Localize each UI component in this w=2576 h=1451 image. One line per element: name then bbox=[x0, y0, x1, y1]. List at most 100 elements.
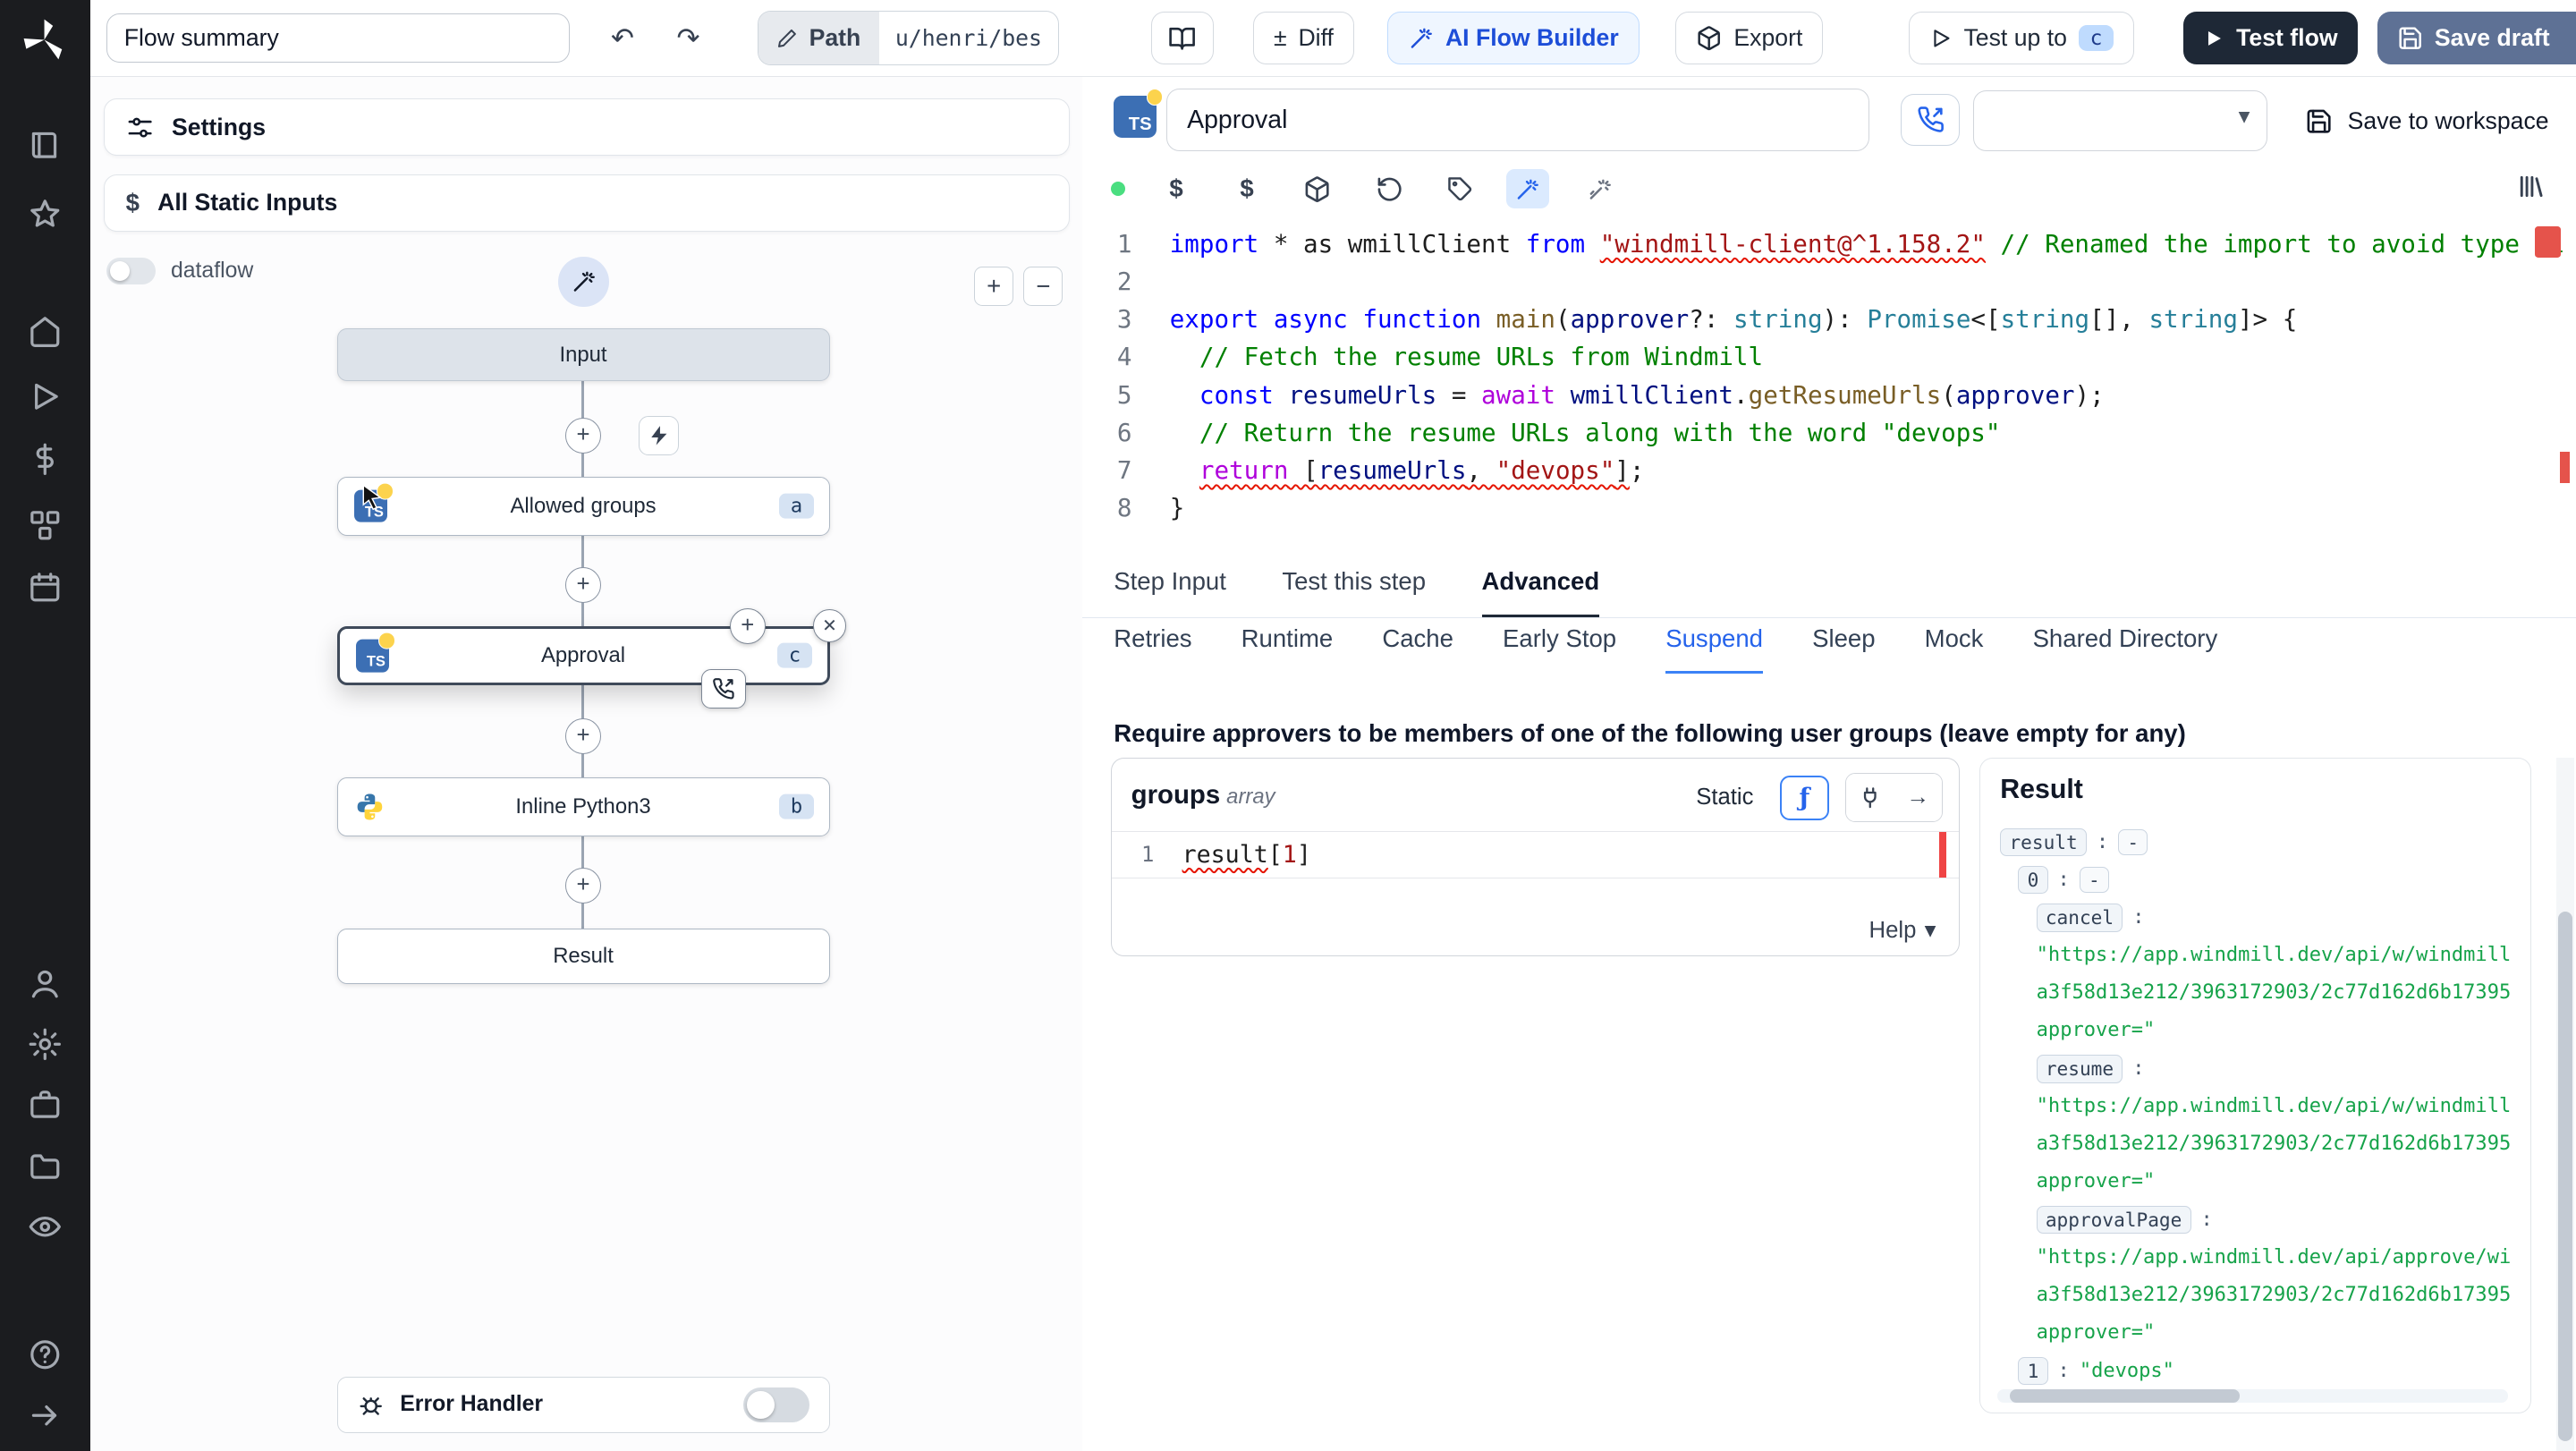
insert-step-button[interactable]: + bbox=[564, 867, 602, 904]
resource-picker-icon[interactable]: $ bbox=[1225, 169, 1268, 208]
line-number: 1 bbox=[1140, 842, 1155, 868]
path-editor[interactable]: Path u/henri/bes bbox=[757, 11, 1060, 66]
subtab-suspend[interactable]: Suspend bbox=[1665, 624, 1763, 675]
redo-button[interactable]: ↷ bbox=[662, 15, 715, 61]
subtab-runtime[interactable]: Runtime bbox=[1241, 624, 1334, 674]
node-inline-python3[interactable]: Inline Python3 b bbox=[336, 776, 830, 836]
wand-sparkles-icon[interactable] bbox=[1579, 169, 1622, 208]
insert-step-button[interactable]: + bbox=[564, 566, 602, 604]
test-up-to-button[interactable]: Test up to c bbox=[1908, 12, 2135, 65]
apply-arrow-button[interactable]: → bbox=[1894, 774, 1942, 822]
code-editor[interactable]: 1 import * as wmillClient from "windmill-… bbox=[1082, 218, 2576, 569]
emoji-badge bbox=[1146, 89, 1164, 106]
chevron-down-icon: ▾ bbox=[1924, 918, 1936, 944]
expand-sidebar-icon[interactable] bbox=[28, 1398, 63, 1433]
tab-step-input[interactable]: Step Input bbox=[1114, 567, 1226, 617]
result-key[interactable]: 1 bbox=[2018, 1356, 2048, 1386]
move-step-button[interactable]: + bbox=[729, 607, 766, 644]
line-number: 5 bbox=[1116, 380, 1132, 410]
undo-button[interactable]: ↶ bbox=[597, 15, 649, 61]
subtab-cache[interactable]: Cache bbox=[1382, 624, 1453, 674]
package-icon[interactable] bbox=[1296, 169, 1339, 208]
variables-icon[interactable] bbox=[28, 442, 63, 477]
node-allowed-groups[interactable]: TS Allowed groups a bbox=[336, 476, 830, 536]
result-key[interactable]: result bbox=[2000, 827, 2087, 857]
trigger-step-button[interactable] bbox=[639, 415, 679, 455]
windmill-logo[interactable] bbox=[20, 15, 69, 64]
resources-icon[interactable] bbox=[28, 508, 63, 543]
collapse-toggle[interactable]: - bbox=[2118, 828, 2148, 856]
dataflow-toggle[interactable] bbox=[106, 258, 157, 284]
bug-icon bbox=[359, 1396, 382, 1415]
tag-icon[interactable] bbox=[1439, 169, 1482, 208]
subtab-early-stop[interactable]: Early Stop bbox=[1503, 624, 1616, 674]
help-icon[interactable] bbox=[28, 1337, 63, 1372]
subtab-mock[interactable]: Mock bbox=[1925, 624, 1984, 674]
code-text: import * as wmillClient from "windmill-c… bbox=[1169, 229, 2564, 259]
variable-picker-icon[interactable]: $ bbox=[1155, 169, 1198, 208]
static-mode-button[interactable]: Static bbox=[1686, 784, 1763, 813]
audit-logs-icon[interactable] bbox=[28, 1209, 63, 1244]
plug-button[interactable] bbox=[1846, 774, 1894, 822]
code-line: 7 return [resumeUrls, "devops"]; bbox=[1082, 452, 2576, 489]
tab-test-this-step[interactable]: Test this step bbox=[1282, 567, 1426, 617]
tab-advanced[interactable]: Advanced bbox=[1481, 567, 1600, 617]
step-id-badge: b bbox=[779, 793, 815, 820]
insert-step-button[interactable]: + bbox=[564, 417, 602, 454]
subtab-retries[interactable]: Retries bbox=[1114, 624, 1191, 674]
emoji-badge bbox=[377, 482, 394, 500]
expression-mode-button[interactable]: ƒ bbox=[1779, 776, 1829, 820]
folders-icon[interactable] bbox=[28, 1149, 63, 1184]
suspend-indicator-button[interactable] bbox=[701, 668, 746, 709]
flow-summary-input[interactable] bbox=[106, 13, 571, 64]
ai-flow-builder-button[interactable]: AI Flow Builder bbox=[1386, 12, 1640, 65]
schedules-icon[interactable] bbox=[28, 570, 63, 605]
node-result[interactable]: Result bbox=[336, 928, 830, 985]
line-number: 1 bbox=[1116, 229, 1132, 259]
settings-gear-icon[interactable] bbox=[28, 1027, 63, 1062]
home-icon[interactable] bbox=[28, 314, 63, 349]
reset-icon[interactable] bbox=[1368, 169, 1411, 208]
node-input[interactable]: Input bbox=[336, 328, 830, 382]
export-button[interactable]: Export bbox=[1675, 12, 1824, 65]
subtab-shared-directory[interactable]: Shared Directory bbox=[2033, 624, 2218, 674]
error-handler-toggle[interactable] bbox=[743, 1387, 809, 1422]
flow-settings-row[interactable]: Settings bbox=[103, 98, 1070, 157]
result-key[interactable]: resume bbox=[2036, 1055, 2123, 1083]
insert-step-button[interactable]: + bbox=[564, 717, 602, 755]
step-id-badge: c bbox=[2078, 24, 2114, 52]
test-flow-button[interactable]: Test flow bbox=[2183, 12, 2358, 65]
step-name-input[interactable] bbox=[1166, 89, 1870, 151]
result-key[interactable]: 0 bbox=[2018, 865, 2048, 895]
diff-button[interactable]: ± Diff bbox=[1252, 12, 1354, 65]
ai-flow-wand-button[interactable] bbox=[558, 256, 610, 308]
docs-button[interactable] bbox=[1151, 12, 1214, 65]
horizontal-scrollbar-thumb[interactable] bbox=[2010, 1388, 2241, 1403]
vertical-scrollbar bbox=[2555, 757, 2575, 1451]
zoom-out-button[interactable]: − bbox=[1023, 266, 1063, 306]
all-static-inputs-row[interactable]: $ All Static Inputs bbox=[103, 174, 1070, 232]
step-editor-panel: TS ▾ Save to workspace $ $ 1 import * as … bbox=[1082, 77, 2576, 1451]
user-icon[interactable] bbox=[28, 966, 63, 1001]
journal-icon[interactable] bbox=[28, 128, 63, 163]
groups-expression-editor[interactable]: 1 result[1] bbox=[1111, 830, 1960, 878]
save-draft-button[interactable]: Save draft bbox=[2377, 12, 2576, 65]
result-key[interactable]: approvalPage bbox=[2036, 1206, 2191, 1235]
help-link[interactable]: Help ▾ bbox=[1869, 917, 1936, 944]
collapse-toggle[interactable]: - bbox=[2079, 866, 2109, 894]
library-icon[interactable] bbox=[2505, 169, 2556, 204]
suspend-groups-panel: groups array Static ƒ → 1 result[1] Help… bbox=[1110, 757, 1961, 956]
result-key[interactable]: cancel bbox=[2036, 904, 2123, 932]
subtab-sleep[interactable]: Sleep bbox=[1812, 624, 1875, 674]
star-icon[interactable] bbox=[28, 197, 63, 232]
runs-icon[interactable] bbox=[28, 379, 63, 414]
delete-step-button[interactable]: ✕ bbox=[813, 609, 846, 643]
save-to-workspace-button[interactable]: Save to workspace bbox=[2295, 98, 2559, 144]
workspace-script-select[interactable]: ▾ bbox=[1972, 90, 2267, 152]
topbar-actions: ± Diff AI Flow Builder Export Test up to… bbox=[1151, 12, 2576, 65]
suspend-phone-button[interactable] bbox=[1901, 93, 1961, 147]
ai-wand-icon[interactable] bbox=[1506, 169, 1549, 209]
workers-icon[interactable] bbox=[28, 1088, 63, 1123]
vertical-scrollbar-thumb[interactable] bbox=[2557, 912, 2573, 1441]
zoom-in-button[interactable]: + bbox=[974, 266, 1014, 306]
